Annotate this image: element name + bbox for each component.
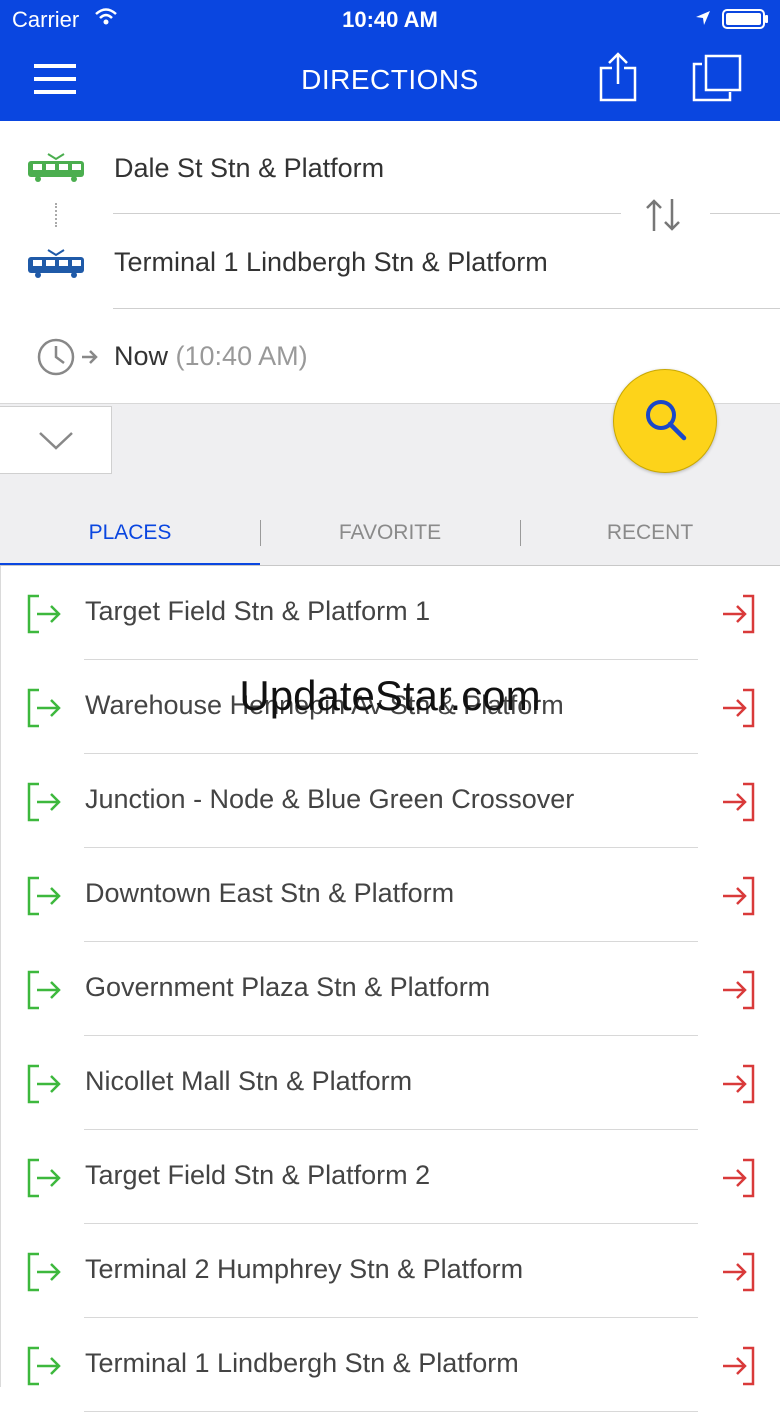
set-destination-icon[interactable] [721, 876, 757, 921]
copy-icon[interactable] [692, 54, 742, 107]
set-destination-icon[interactable] [721, 782, 757, 827]
clock-icon [36, 337, 100, 382]
set-origin-icon[interactable] [27, 1158, 63, 1203]
place-name: Terminal 2 Humphrey Stn & Platform [85, 1254, 524, 1284]
set-destination-icon[interactable] [721, 1252, 757, 1297]
clock-time: 10:40 AM [342, 7, 438, 32]
destination-field[interactable]: Terminal 1 Lindbergh Stn & Platform [114, 247, 548, 278]
search-button[interactable] [613, 369, 717, 473]
divider [113, 308, 780, 309]
list-item[interactable]: Target Field Stn & Platform 1 [1, 566, 780, 660]
route-connector [55, 203, 59, 227]
tram-icon-origin [26, 153, 86, 188]
set-destination-icon[interactable] [721, 594, 757, 639]
divider [113, 213, 621, 214]
set-origin-icon[interactable] [27, 1064, 63, 1109]
set-origin-icon[interactable] [27, 594, 63, 639]
departure-time-selector[interactable]: Now (10:40 AM) [114, 341, 308, 372]
place-name: Nicollet Mall Stn & Platform [85, 1066, 413, 1096]
place-name: Target Field Stn & Platform 2 [85, 1160, 431, 1190]
tab-favorite[interactable]: FAVORITE [260, 506, 520, 564]
chevron-down-icon [38, 431, 74, 456]
tram-icon-destination [26, 249, 86, 284]
status-bar: Carrier 10:40 AM [0, 0, 780, 40]
list-item[interactable]: Terminal 2 Humphrey Stn & Platform [1, 1224, 780, 1318]
set-origin-icon[interactable] [27, 1252, 63, 1297]
list-item[interactable]: Target Field Stn & Platform 2 [1, 1130, 780, 1224]
set-destination-icon[interactable] [721, 1346, 757, 1391]
page-title: DIRECTIONS [301, 64, 479, 95]
tab-places[interactable]: PLACES [0, 506, 260, 566]
set-origin-icon[interactable] [27, 782, 63, 827]
list-item[interactable]: Nicollet Mall Stn & Platform [1, 1036, 780, 1130]
list-item[interactable]: Terminal 1 Lindbergh Stn & Platform [1, 1318, 780, 1412]
location-arrow-icon [694, 9, 712, 32]
search-icon [642, 396, 690, 449]
time-value: (10:40 AM) [175, 341, 308, 371]
place-name: Terminal 1 Lindbergh Stn & Platform [85, 1348, 519, 1378]
set-origin-icon[interactable] [27, 970, 63, 1015]
trip-planner: Dale St Stn & Platform Terminal 1 Lindbe… [0, 121, 780, 403]
battery-icon [722, 9, 770, 34]
tab-recent[interactable]: RECENT [520, 506, 780, 564]
share-icon[interactable] [598, 52, 638, 107]
time-now-label: Now [114, 341, 169, 371]
app-header: Carrier 10:40 AM DIRECTIONS [0, 0, 780, 121]
tab-bar: PLACES FAVORITE RECENT [0, 506, 780, 566]
watermark: UpdateStar.com [239, 672, 541, 719]
place-name: Government Plaza Stn & Platform [85, 972, 491, 1002]
expand-options-button[interactable] [0, 406, 112, 474]
list-item[interactable]: Junction - Node & Blue Green Crossover [1, 754, 780, 848]
place-name: Junction - Node & Blue Green Crossover [85, 784, 575, 814]
divider [710, 213, 780, 214]
place-name: Downtown East Stn & Platform [85, 878, 455, 908]
set-origin-icon[interactable] [27, 1346, 63, 1391]
list-item[interactable]: Downtown East Stn & Platform [1, 848, 780, 942]
set-destination-icon[interactable] [721, 970, 757, 1015]
place-name: Target Field Stn & Platform 1 [85, 596, 431, 626]
set-destination-icon[interactable] [721, 1158, 757, 1203]
set-destination-icon[interactable] [721, 1064, 757, 1109]
swap-icon[interactable] [644, 197, 684, 238]
origin-field[interactable]: Dale St Stn & Platform [114, 153, 384, 184]
set-origin-icon[interactable] [27, 876, 63, 921]
list-item[interactable]: Government Plaza Stn & Platform [1, 942, 780, 1036]
